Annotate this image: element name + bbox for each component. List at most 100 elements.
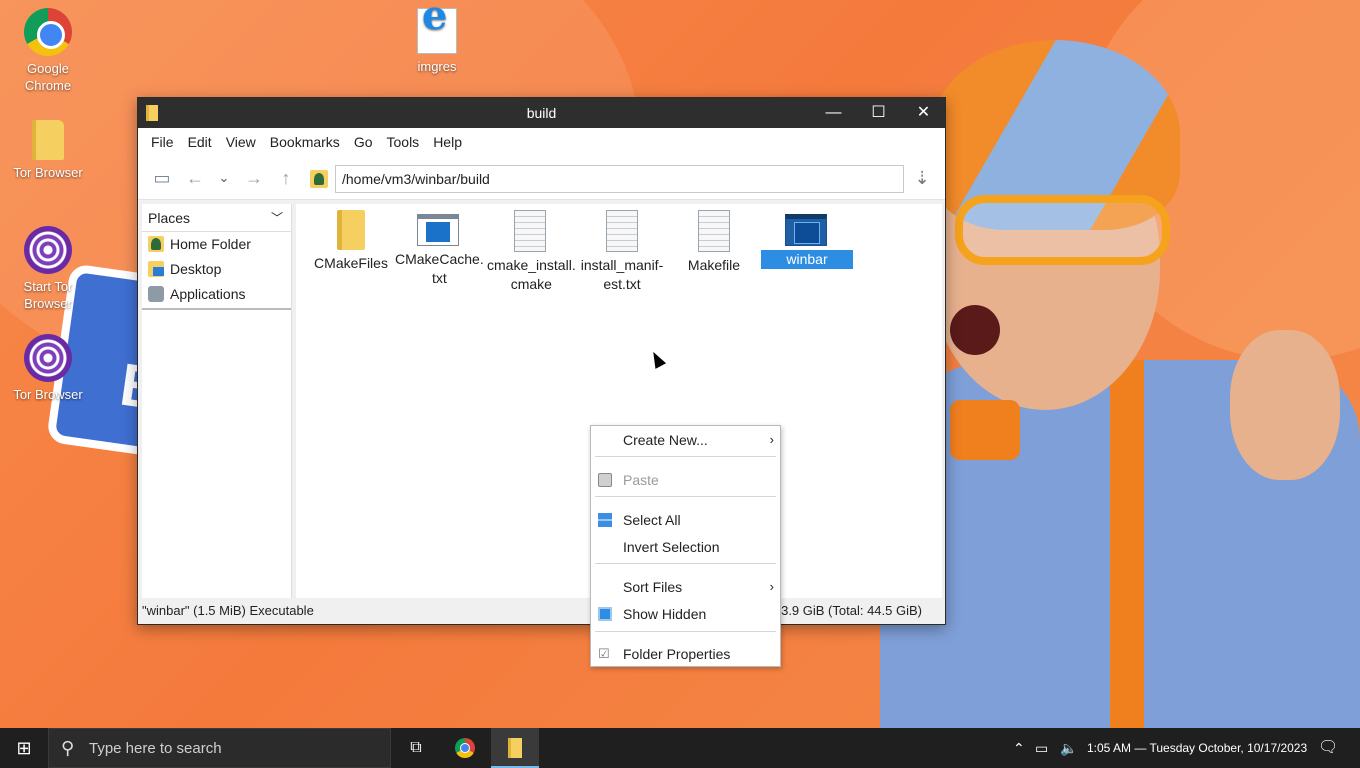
sidebar-item-label: Applications	[170, 286, 246, 302]
menu-item-show-hidden[interactable]: Show Hidden	[591, 602, 780, 626]
desktop-icon-google-chrome[interactable]: Google Chrome	[8, 8, 88, 94]
history-dropdown-icon[interactable]: ⌄	[212, 166, 236, 190]
menu-item-paste[interactable]: Paste	[591, 468, 780, 492]
menu-item-label: Create New...	[623, 432, 708, 448]
go-icon[interactable]: ⇣	[910, 166, 934, 190]
tor-icon	[24, 226, 72, 274]
menu-go[interactable]: Go	[347, 134, 380, 150]
task-view-button[interactable]: ⧉	[392, 728, 440, 768]
close-button[interactable]: ✕	[901, 98, 946, 128]
address-bar-input[interactable]: /home/vm3/winbar/build	[335, 165, 904, 193]
chrome-icon	[455, 738, 475, 758]
menu-separator	[595, 496, 776, 497]
clipboard-icon	[598, 473, 612, 487]
tor-icon	[24, 334, 72, 382]
places-header[interactable]: Places ﹀	[142, 204, 291, 232]
status-disk-space: 3.9 GiB (Total: 44.5 GiB)	[781, 603, 922, 618]
network-icon[interactable]: ▭	[1035, 728, 1048, 768]
desktop-icon-imgres[interactable]: imgres	[397, 7, 477, 75]
taskbar-search-box[interactable]: ⚲ Type here to search	[48, 728, 391, 768]
sidebar-item-label: Desktop	[170, 261, 222, 277]
file-item-winbar[interactable]: winbar	[761, 210, 853, 269]
menu-item-label: Sort Files	[623, 579, 683, 595]
home-folder-icon	[310, 170, 328, 188]
taskbar-clock[interactable]: 1:05 AM — Tuesday October, 10/17/2023	[1087, 728, 1307, 768]
file-item-cmakecache[interactable]: CMakeCache. txt	[393, 210, 484, 288]
maximize-button[interactable]: ☐	[856, 98, 901, 128]
menu-item-label: Show Hidden	[623, 606, 707, 622]
wallpaper-mouth	[950, 305, 1000, 355]
taskbar-chrome[interactable]	[441, 728, 489, 768]
window-file-icon	[417, 214, 459, 246]
desktop-icon-tor-browser[interactable]: Tor Browser	[8, 334, 88, 403]
text-document-icon	[514, 210, 546, 252]
sidebar-item-label: Home Folder	[170, 236, 251, 252]
notifications-icon[interactable]: 🗨	[1318, 728, 1338, 768]
desktop-icon-label: Tor Browser	[13, 165, 83, 180]
properties-check-icon: ☑	[598, 646, 610, 661]
status-bar: "winbar" (1.5 MiB) Executable 3.9 GiB (T…	[142, 600, 942, 622]
text-document-icon	[606, 210, 638, 252]
menu-file[interactable]: File	[144, 134, 181, 150]
desktop-icon-tor-browser-folder[interactable]: Tor Browser	[8, 120, 88, 181]
chevron-down-icon[interactable]: ﹀	[271, 204, 283, 232]
back-icon[interactable]: ←	[183, 166, 207, 190]
taskbar-file-manager[interactable]	[491, 728, 539, 768]
menu-separator	[595, 456, 776, 457]
menu-item-label: Paste	[623, 472, 659, 488]
file-name: Makefile	[687, 257, 741, 273]
menu-item-select-all[interactable]: Select All	[591, 508, 780, 532]
folder-icon	[337, 210, 365, 250]
file-item-install-manifest[interactable]: install_manif- est.txt	[577, 210, 667, 294]
menu-tools[interactable]: Tools	[380, 134, 427, 150]
checkbox-checked-icon	[598, 607, 612, 621]
menu-item-label: Select All	[623, 512, 681, 528]
file-name: install_manif- est.txt	[580, 257, 664, 292]
menu-item-create-new[interactable]: Create New... ›	[591, 428, 780, 452]
internet-explorer-icon	[417, 7, 457, 54]
sidebar-item-desktop[interactable]: Desktop	[142, 257, 291, 282]
forward-icon[interactable]: →	[242, 166, 266, 190]
wallpaper-suspender	[1110, 360, 1144, 728]
show-hidden-icons-button[interactable]: ⌃	[1013, 728, 1025, 768]
places-sidebar: Places ﹀ Home Folder Desktop Application…	[142, 204, 292, 598]
applications-icon	[148, 286, 164, 302]
text-document-icon	[698, 210, 730, 252]
menu-item-invert-selection[interactable]: Invert Selection	[591, 535, 780, 559]
menu-help[interactable]: Help	[426, 134, 469, 150]
chevron-up-icon: ⌃	[1013, 740, 1025, 756]
volume-icon[interactable]: 🔈	[1060, 728, 1077, 768]
file-item-makefile[interactable]: Makefile	[669, 210, 759, 275]
menu-edit[interactable]: Edit	[181, 134, 219, 150]
menu-separator	[595, 631, 776, 632]
up-icon[interactable]: ↑	[274, 166, 298, 190]
desktop-icon-label: Google Chrome	[24, 61, 72, 93]
file-name: CMakeCache. txt	[395, 251, 484, 286]
menu-view[interactable]: View	[219, 134, 263, 150]
executable-icon	[785, 214, 827, 246]
task-view-icon: ⧉	[410, 739, 422, 756]
context-menu: Create New... › Paste Select All Invert …	[590, 425, 781, 667]
menu-item-sort-files[interactable]: Sort Files ›	[591, 575, 780, 599]
new-tab-icon[interactable]: ▭	[150, 166, 174, 190]
taskbar: ⊞ ⚲ Type here to search ⧉ ⌃ ▭ 🔈 1:05 AM …	[0, 728, 1360, 768]
minimize-button[interactable]: —	[811, 98, 856, 128]
window-titlebar[interactable]: build — ☐ ✕	[138, 98, 945, 128]
desktop-folder-icon	[148, 261, 164, 277]
menu-bookmarks[interactable]: Bookmarks	[263, 134, 347, 150]
menu-separator	[595, 563, 776, 564]
start-button[interactable]: ⊞	[0, 728, 48, 768]
menu-item-folder-properties[interactable]: ☑ Folder Properties	[591, 642, 780, 666]
chevron-right-icon: ›	[769, 432, 774, 447]
file-item-cmake-install[interactable]: cmake_install. cmake	[485, 210, 576, 294]
chrome-icon	[24, 8, 72, 56]
windows-logo-icon: ⊞	[16, 738, 32, 758]
sidebar-item-home-folder[interactable]: Home Folder	[142, 232, 291, 257]
chevron-right-icon: ›	[769, 579, 774, 594]
select-all-icon	[598, 513, 612, 527]
desktop-icon-label: imgres	[417, 59, 457, 74]
sidebar-item-applications[interactable]: Applications	[142, 282, 291, 307]
menubar: File Edit View Bookmarks Go Tools Help	[138, 128, 945, 156]
file-item-cmakefiles[interactable]: CMakeFiles	[306, 210, 396, 273]
desktop-icon-start-tor-browser[interactable]: Start Tor Browser	[8, 226, 88, 312]
